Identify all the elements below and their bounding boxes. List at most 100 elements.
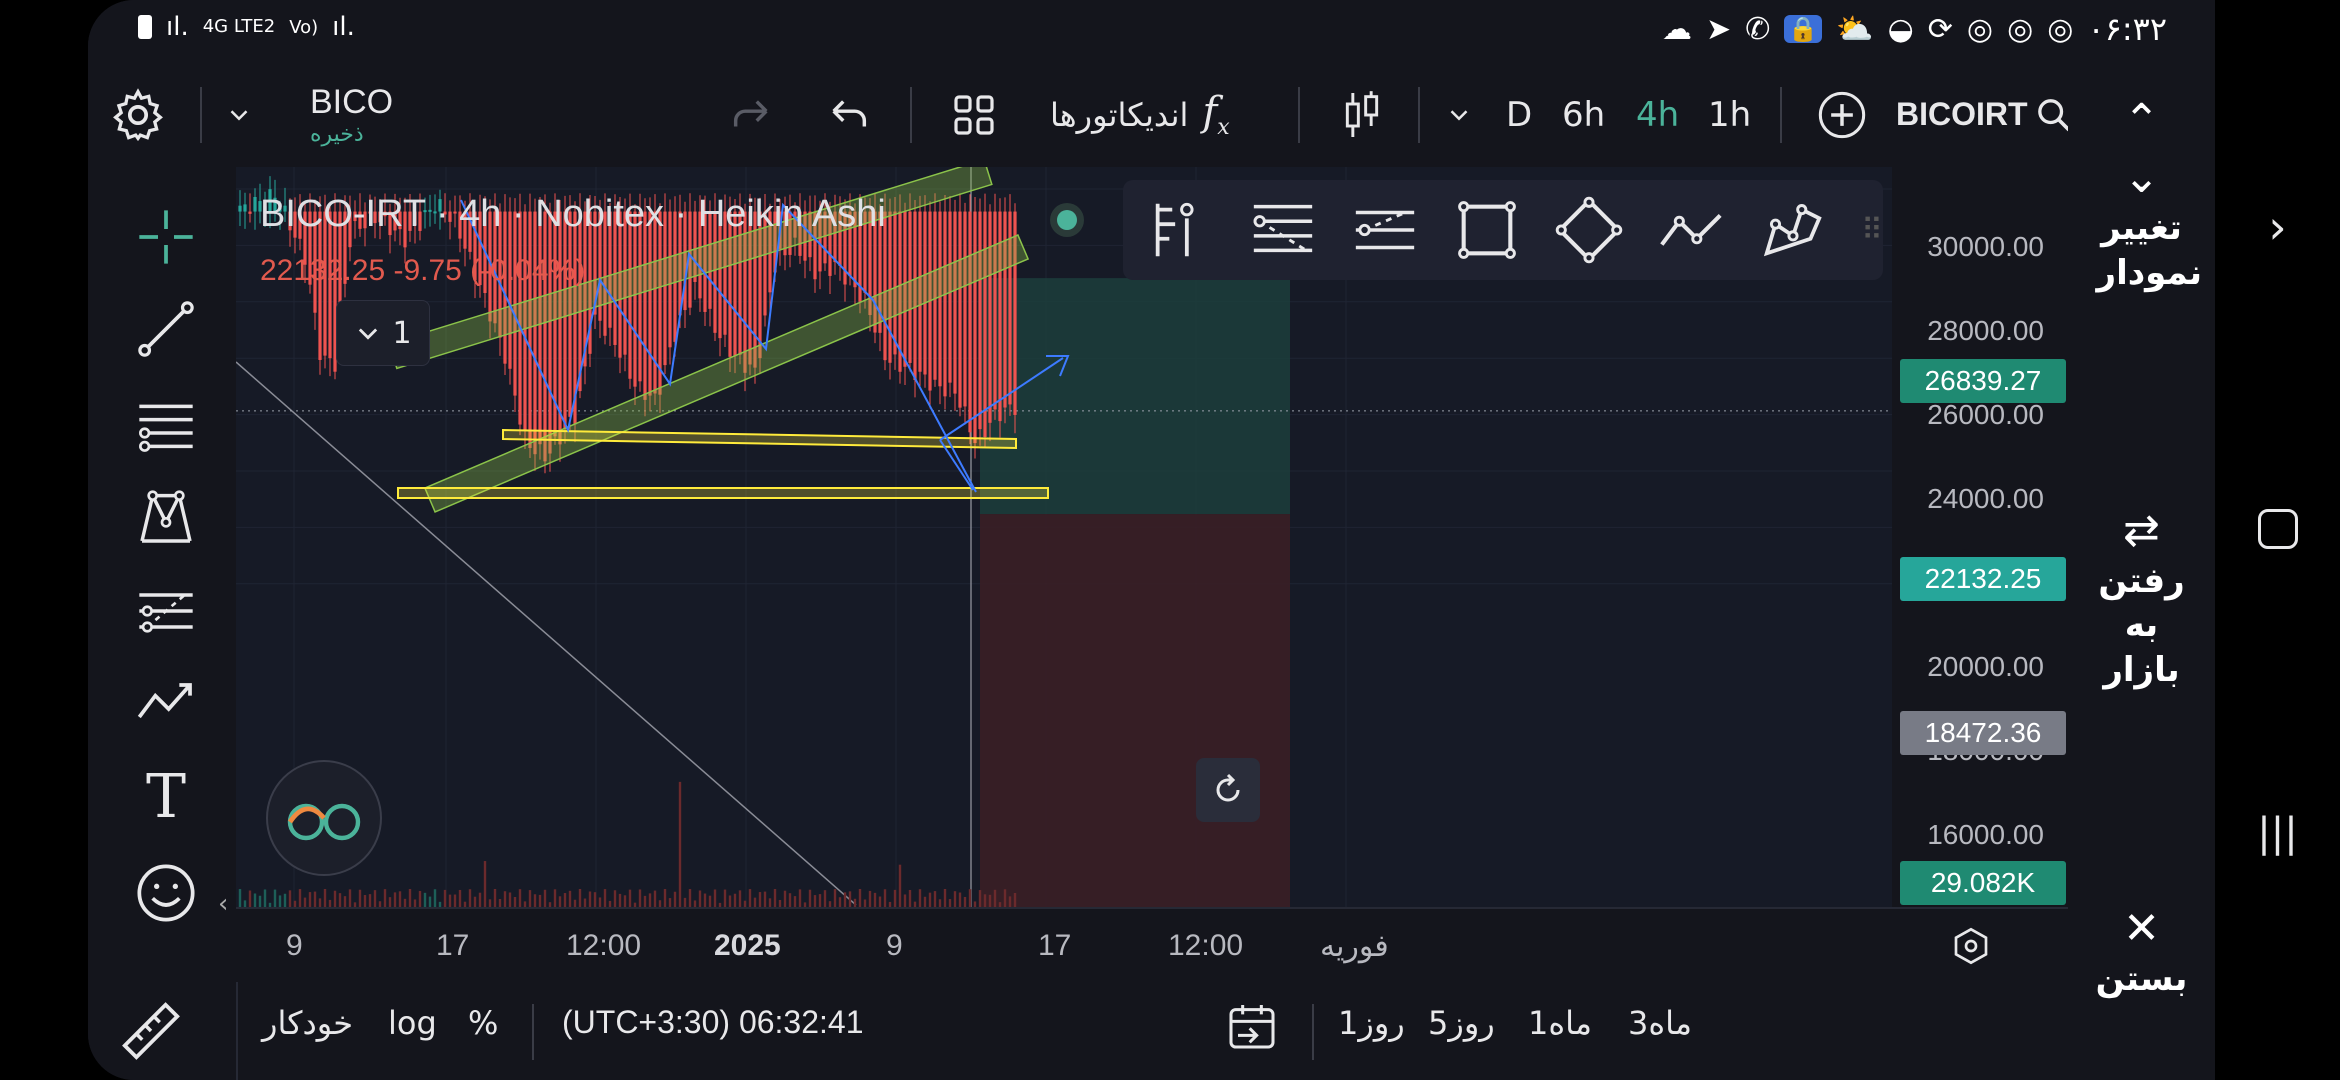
projection-tool[interactable] — [126, 571, 206, 651]
ruler-icon — [122, 1002, 180, 1060]
volume-bar — [588, 891, 592, 907]
legend-collapse-button[interactable]: 1 — [336, 300, 430, 366]
volume-bar — [408, 889, 412, 907]
candle-body — [938, 211, 942, 387]
symbol-dropdown[interactable] — [224, 62, 254, 167]
axis-settings-button[interactable] — [1936, 923, 2006, 969]
instagram-icon: ◎ — [1966, 11, 1994, 47]
volume-bar — [918, 889, 922, 907]
interval-1h[interactable]: 1h — [1708, 62, 1751, 167]
indicators-button[interactable]: اندیکاتورها fx — [1050, 62, 1230, 167]
volume-bar — [473, 896, 477, 907]
time-axis[interactable]: 9 17 12:00 2025 9 17 12:00 فوریه — [236, 907, 2068, 982]
interval-dropdown[interactable] — [1444, 62, 1474, 167]
volume-bar — [313, 891, 317, 907]
square-icon — [2257, 509, 2298, 549]
range-1m[interactable]: 1ماه — [1528, 1004, 1592, 1042]
close-button[interactable]: ✕ بستن — [2068, 900, 2215, 1001]
volume-bar — [728, 895, 732, 907]
fib-channel-tool[interactable] — [1241, 188, 1325, 272]
collapse-tools-icon[interactable]: ‹ — [218, 889, 228, 919]
home-button[interactable] — [2215, 506, 2340, 560]
redo-button[interactable] — [728, 62, 774, 167]
undo-button[interactable] — [826, 62, 872, 167]
volume-bar — [783, 890, 787, 907]
volume-bar — [903, 894, 907, 907]
recents-button[interactable]: ||| — [2215, 810, 2340, 856]
volume-bar — [278, 895, 282, 907]
crosshair-icon — [139, 210, 193, 264]
pitchfork-tool[interactable] — [1139, 188, 1223, 272]
time-label: 17 — [1038, 929, 1072, 962]
emoji-tool[interactable] — [126, 853, 206, 933]
fib-extension-tool[interactable] — [1343, 188, 1427, 272]
ruler-button[interactable] — [116, 996, 186, 1066]
log-scale-button[interactable]: log — [388, 1004, 437, 1042]
date-range-button[interactable] — [1224, 998, 1284, 1058]
timezone-clock[interactable]: (UTC+3:30) 06:32:41 — [562, 1004, 864, 1041]
volume-bar — [873, 892, 877, 907]
interval-6h[interactable]: 6h — [1562, 62, 1605, 167]
volume-bar — [738, 890, 742, 907]
path-icon — [1660, 213, 1722, 246]
range-1d[interactable]: 1روز — [1338, 1004, 1405, 1042]
volume-bar — [1013, 892, 1017, 907]
close-icon: ✕ — [2123, 903, 2160, 954]
candle-body — [248, 211, 252, 214]
compare-add-button[interactable] — [1816, 62, 1868, 167]
forecast-tool[interactable] — [126, 661, 206, 741]
price-axis-label: 20000.00 — [1927, 651, 2044, 682]
network-label: 4G LTE2 — [202, 16, 276, 37]
settings-button[interactable] — [110, 62, 166, 167]
rectangle-icon — [1458, 201, 1516, 259]
path-tool[interactable] — [1649, 188, 1733, 272]
volume-bar — [328, 899, 332, 907]
percent-scale-button[interactable]: % — [468, 1004, 498, 1042]
candle-body — [548, 211, 552, 454]
reset-chart-button[interactable] — [1196, 758, 1260, 822]
interval-d[interactable]: D — [1506, 62, 1532, 167]
volume-bar — [493, 889, 497, 907]
legend-values: 22132.25 -9.75 (-0.04%) — [260, 254, 586, 287]
price-axis[interactable]: 30000.00 28000.00 26000.00 24000.00 2000… — [1892, 167, 2068, 907]
volume-bar — [988, 894, 992, 907]
drag-handle-icon[interactable]: ⠿ — [1861, 213, 1883, 248]
symbol-block[interactable]: BICO ذخیره — [310, 62, 393, 167]
range-3m[interactable]: 3ماه — [1628, 1004, 1692, 1042]
fib-tool[interactable] — [126, 385, 206, 465]
take-profit-price-tag: 26839.27 — [1900, 359, 2066, 403]
smiley-icon — [137, 864, 195, 922]
volume-bar — [568, 890, 572, 907]
volume-bar — [938, 899, 942, 907]
app-icon: ◒ — [1887, 11, 1914, 47]
polyline-tool[interactable] — [1751, 188, 1835, 272]
volume-bar — [763, 891, 767, 907]
range-5d[interactable]: 5روز — [1428, 1004, 1495, 1042]
text-tool[interactable]: T — [126, 757, 206, 837]
volume-bar — [793, 896, 797, 907]
rectangle-tool[interactable] — [1445, 188, 1529, 272]
interval-4h[interactable]: 4h — [1636, 62, 1679, 167]
go-to-market-button[interactable]: ⇄ رفتن به بازار — [2068, 502, 2215, 692]
change-chart-button[interactable]: ⌃ ⌄ تغییر نمودار — [2068, 92, 2215, 295]
chevron-right-icon[interactable]: › — [2215, 200, 2340, 254]
volume-bar — [448, 894, 452, 907]
volume-bar — [843, 892, 847, 907]
volume-bar — [283, 893, 287, 907]
pattern-icon — [140, 490, 192, 543]
signal-icon-2: ıl. — [332, 12, 355, 42]
volume-bar — [443, 889, 447, 907]
chart-type-button[interactable] — [1340, 62, 1384, 167]
volume-bar — [683, 897, 687, 907]
auto-scale-button[interactable]: خودکار — [262, 1004, 353, 1042]
volume-bar — [403, 898, 407, 907]
candle-body — [958, 211, 962, 408]
pattern-tool[interactable] — [126, 477, 206, 557]
symbol-search[interactable]: BICOIRT — [1896, 62, 2074, 167]
candle-body — [648, 211, 652, 396]
crosshair-tool[interactable] — [126, 197, 206, 277]
trendline-tool[interactable] — [126, 289, 206, 369]
rotated-rectangle-tool[interactable] — [1547, 188, 1631, 272]
layout-button[interactable] — [950, 62, 998, 167]
volume-bar — [488, 899, 492, 907]
